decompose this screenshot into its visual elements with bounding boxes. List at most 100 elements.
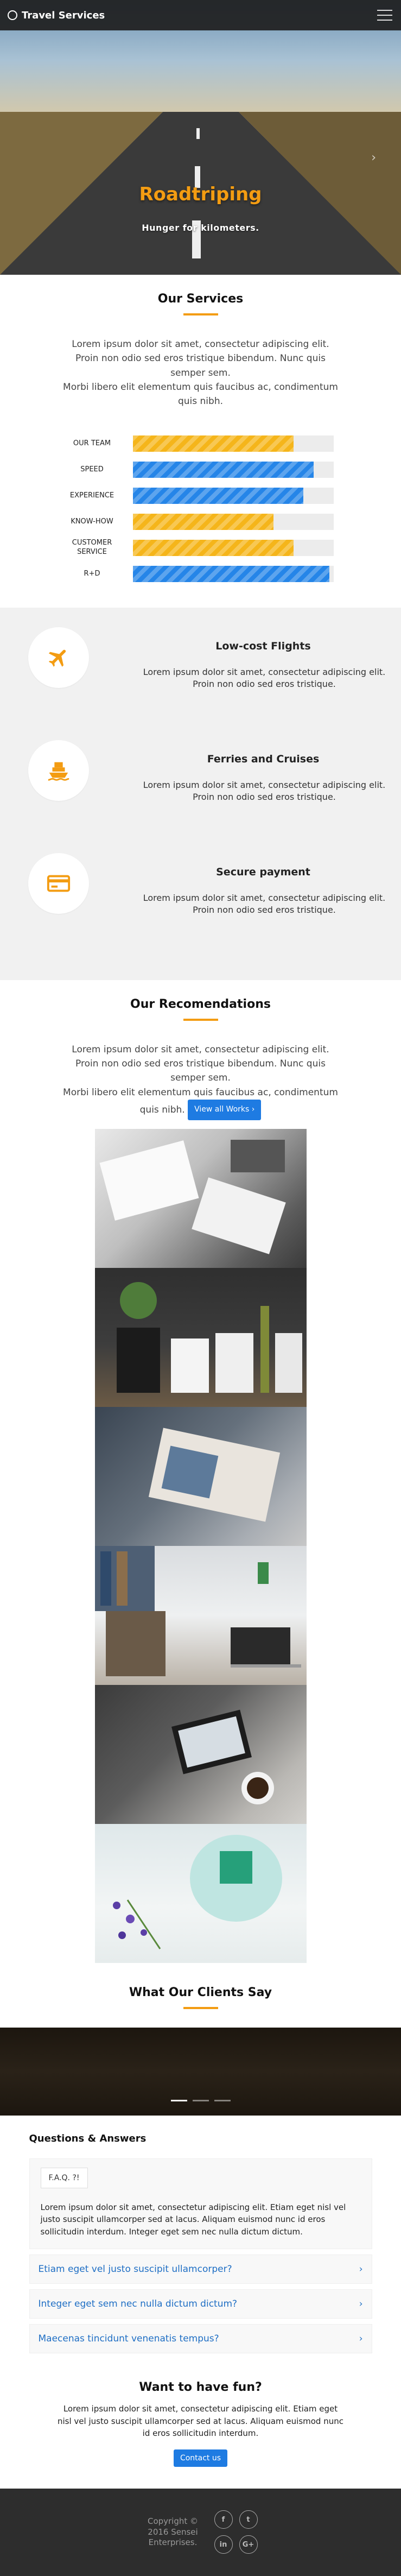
menu-icon	[377, 10, 392, 11]
recommendations-lead: Lorem ipsum dolor sit amet, consectetur …	[60, 1043, 342, 1120]
skill-label: SPEED	[80, 465, 104, 473]
slider-dots	[0, 2099, 401, 2101]
feature-title: Ferries and Cruises	[207, 753, 320, 765]
services-lead: Lorem ipsum dolor sit amet, consectetur …	[60, 337, 342, 409]
skill-label: KNOW-HOW	[71, 517, 113, 526]
skill-label: R+D	[84, 569, 100, 578]
skill-label: OUR TEAM	[73, 439, 111, 447]
fun-title: Want to have fun?	[139, 2381, 262, 2395]
feature-text: Lorem ipsum dolor sit amet, consectetur …	[143, 779, 386, 803]
feature-title: Secure payment	[216, 866, 310, 878]
gallery	[94, 1128, 307, 1963]
feature-item: Low-cost Flights Lorem ipsum dolor sit am…	[0, 620, 401, 733]
contact-us-button[interactable]: Contact us	[173, 2449, 228, 2467]
photo-art	[112, 1834, 282, 1949]
faq-question[interactable]: Maecenas tincidunt venenatis tempus? ›	[29, 2324, 372, 2354]
clients-title: What Our Clients Say	[129, 1985, 272, 1999]
skill-row: OUR TEAM	[68, 431, 334, 457]
hero-title: Roadtriping	[139, 184, 262, 205]
feature-title: Low-cost Flights	[215, 640, 311, 652]
title-underline	[183, 313, 218, 315]
testimonials-slider	[0, 2027, 401, 2116]
fun-text: Lorem ipsum dolor sit amet, consectetur …	[58, 2404, 343, 2439]
photo-art	[148, 1428, 280, 1522]
linkedin-icon[interactable]: in	[214, 2535, 233, 2554]
skill-track	[132, 539, 334, 556]
gallery-photo-kitchen[interactable]	[94, 1267, 307, 1407]
faq-tab[interactable]: F.A.Q. ?!	[40, 2167, 88, 2188]
skill-track	[132, 565, 334, 582]
copyright: Copyright © 2016 Sensei Enterprises.	[147, 2516, 199, 2548]
feature-item: Secure payment Lorem ipsum dolor sit amet…	[0, 845, 401, 958]
services-title: Our Services	[157, 292, 244, 306]
faq-question-text: Etiam eget vel justo suscipit ullamcorpe…	[38, 2264, 232, 2275]
skill-row: SPEED	[68, 457, 334, 483]
title-underline	[183, 1018, 218, 1021]
faq-question-text: Maecenas tincidunt venenatis tempus?	[38, 2333, 219, 2345]
skill-bar-fill	[132, 487, 303, 504]
slider-dot[interactable]	[214, 2099, 231, 2101]
recommendations-lead-text: Lorem ipsum dolor sit amet, consectetur …	[72, 1044, 329, 1084]
gallery-photo-magazines[interactable]	[94, 1128, 307, 1268]
google-plus-icon[interactable]: G+	[239, 2535, 258, 2554]
gallery-photo-flowers[interactable]	[94, 1823, 307, 1963]
recommendations-section: Our Recomendations Lorem ipsum dolor sit…	[0, 997, 401, 1963]
title-underline	[183, 2006, 218, 2009]
fun-section: Want to have fun? Lorem ipsum dolor sit …	[0, 2381, 401, 2467]
gallery-photo-desk[interactable]	[94, 1545, 307, 1685]
skill-track	[132, 487, 334, 504]
skill-row: CUSTOMER SERVICE	[68, 535, 334, 561]
services-lead-text: Lorem ipsum dolor sit amet, consectetur …	[72, 339, 329, 378]
gallery-photo-tablet[interactable]	[94, 1684, 307, 1824]
twitter-icon[interactable]: t	[239, 2510, 258, 2529]
brand-logo-icon	[8, 10, 17, 20]
hero-subtitle: Hunger for kilometers.	[142, 223, 259, 233]
photo-art	[99, 1139, 286, 1254]
skill-bar-fill	[132, 461, 314, 478]
gallery-photo-reading[interactable]	[94, 1406, 307, 1546]
hero-banner: › Roadtriping Hunger for kilometers.	[0, 0, 401, 275]
skill-track	[132, 435, 334, 452]
faq-panel: F.A.Q. ?! Lorem ipsum dolor sit amet, co…	[29, 2158, 372, 2250]
services-section: Our Services Lorem ipsum dolor sit amet,…	[0, 292, 401, 587]
slider-dot[interactable]	[170, 2099, 187, 2101]
services-lead-text-2: Morbi libero elit elementum quis faucibu…	[63, 382, 338, 407]
menu-toggle-button[interactable]	[377, 10, 392, 21]
view-all-works-button[interactable]: View all Works ›	[188, 1100, 262, 1120]
skill-row: KNOW-HOW	[68, 509, 334, 535]
chevron-right-icon: ›	[359, 2299, 363, 2310]
photo-art	[171, 1709, 274, 1804]
recommendations-title: Our Recomendations	[130, 997, 271, 1011]
faq-body: Lorem ipsum dolor sit amet, consectetur …	[40, 2202, 346, 2237]
slider-dot[interactable]	[192, 2099, 209, 2101]
skill-bar-fill	[132, 565, 330, 582]
feature-item: Ferries and Cruises Lorem ipsum dolor sit…	[0, 733, 401, 845]
contact-wrap: Contact us	[0, 2449, 401, 2467]
navbar: Travel Services	[0, 0, 401, 30]
faq-question[interactable]: Etiam eget vel justo suscipit ullamcorpe…	[29, 2255, 372, 2284]
brand-name: Travel Services	[22, 9, 105, 21]
social-links: f t in G+	[214, 2510, 258, 2554]
skills-chart: OUR TEAM SPEED EXPERIENCE KNOW-HOW CUSTOMER …	[68, 431, 334, 587]
next-slide-icon[interactable]: ›	[371, 151, 376, 165]
feature-text: Lorem ipsum dolor sit amet, consectetur …	[143, 666, 386, 690]
skill-bar-fill	[132, 539, 294, 556]
faq-title: Questions & Answers	[29, 2132, 147, 2144]
skill-row: R+D	[68, 561, 334, 587]
skill-bar-fill	[132, 513, 273, 530]
clients-section: What Our Clients Say	[0, 1986, 401, 2116]
faq-section: Questions & Answers F.A.Q. ?! Lorem ipsu…	[29, 2133, 372, 2354]
credit-card-icon	[28, 853, 89, 914]
brand[interactable]: Travel Services	[8, 10, 105, 21]
photo-art	[116, 1281, 302, 1393]
chevron-right-icon: ›	[359, 2264, 363, 2275]
feature-text: Lorem ipsum dolor sit amet, consectetur …	[143, 892, 386, 916]
skill-label: EXPERIENCE	[69, 491, 114, 500]
facebook-icon[interactable]: f	[214, 2510, 233, 2529]
plane-icon	[28, 627, 89, 688]
skill-track	[132, 513, 334, 530]
ship-icon	[28, 740, 89, 801]
faq-question[interactable]: Integer eget sem nec nulla dictum dictum…	[29, 2289, 372, 2319]
features-section: Low-cost Flights Lorem ipsum dolor sit am…	[0, 607, 401, 980]
chevron-right-icon: ›	[359, 2333, 363, 2345]
